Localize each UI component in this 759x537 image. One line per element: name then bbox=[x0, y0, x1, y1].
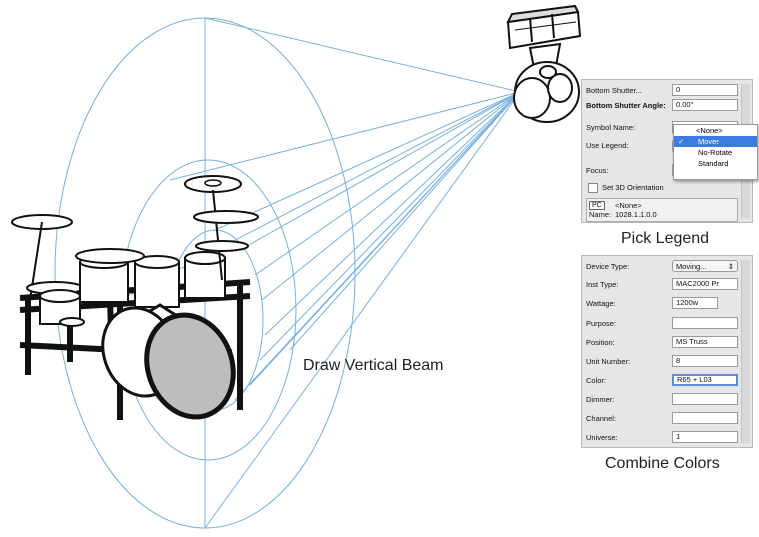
bass-drum bbox=[101, 303, 236, 420]
row-label: Device Type: bbox=[586, 262, 630, 271]
info-value: <None> bbox=[615, 201, 642, 210]
row-label: Color: bbox=[586, 376, 607, 385]
row-device-type: Device Type: Moving... ⇕ bbox=[586, 260, 738, 273]
device-type-popup[interactable]: Moving... ⇕ bbox=[672, 260, 738, 272]
row-unit-number: Unit Number: 8 bbox=[586, 355, 738, 368]
row-bottom-shutter-angle: Bottom Shutter Angle: 0.00° bbox=[586, 99, 738, 112]
colors-panel-scrollbar[interactable] bbox=[741, 260, 750, 443]
use-legend-menu: <None> ✓ Mover No-Rotate Standard bbox=[673, 124, 758, 180]
dimmer-field[interactable] bbox=[672, 393, 738, 405]
row-label: Use Legend: bbox=[586, 141, 629, 150]
set-3d-orientation-row[interactable]: Set 3D Orientation bbox=[588, 182, 708, 194]
row-color: Color: R65 + L03 bbox=[586, 374, 738, 387]
checkmark-icon: ✓ bbox=[678, 137, 685, 146]
row-universe: Universe: 1 bbox=[586, 431, 738, 444]
pc-box: PC bbox=[589, 201, 605, 210]
drum-kit bbox=[11, 175, 259, 420]
caption-pick-legend: Pick Legend bbox=[621, 230, 710, 247]
info-area: PC <None> Name: 1028.1.1.0.0 bbox=[586, 198, 738, 222]
menu-item-standard[interactable]: Standard bbox=[674, 158, 757, 169]
row-label: Universe: bbox=[586, 433, 618, 442]
purpose-field[interactable] bbox=[672, 317, 738, 329]
wattage-field[interactable]: 1200w bbox=[672, 297, 718, 309]
moving-head-fixture bbox=[506, 4, 582, 123]
row-label: Channel: bbox=[586, 414, 617, 423]
row-wattage: Wattage: 1200w bbox=[586, 297, 738, 310]
row-channel: Channel: bbox=[586, 412, 738, 425]
position-field[interactable]: MS Truss bbox=[672, 336, 738, 348]
row-label: Unit Number: bbox=[586, 357, 631, 366]
name-value: 1028.1.1.0.0 bbox=[615, 210, 657, 219]
row-label: Position: bbox=[586, 338, 615, 347]
menu-item-mover[interactable]: ✓ Mover bbox=[674, 136, 757, 147]
row-label: Symbol Name: bbox=[586, 123, 636, 132]
menu-item-no-rotate[interactable]: No-Rotate bbox=[674, 147, 757, 158]
popup-arrows-icon: ⇕ bbox=[727, 262, 734, 271]
row-bottom-shutter: Bottom Shutter... 0 bbox=[586, 84, 738, 97]
row-label: Purpose: bbox=[586, 319, 617, 328]
row-label: Bottom Shutter... bbox=[586, 86, 642, 95]
row-label: Focus: bbox=[586, 166, 609, 175]
set-3d-orientation-label: Set 3D Orientation bbox=[602, 183, 664, 192]
row-label: Bottom Shutter Angle: bbox=[586, 101, 666, 110]
color-field[interactable]: R65 + L03 bbox=[672, 374, 738, 386]
colors-properties-panel: Device Type: Moving... ⇕ Inst Type: MAC20… bbox=[581, 255, 753, 448]
row-label: Inst Type: bbox=[586, 280, 619, 289]
row-position: Position: MS Truss bbox=[586, 336, 738, 349]
caption-draw-vertical-beam: Draw Vertical Beam bbox=[303, 357, 444, 374]
bottom-shutter-angle-field[interactable]: 0.00° bbox=[672, 99, 738, 111]
checkbox[interactable] bbox=[588, 183, 598, 193]
inst-type-field[interactable]: MAC2000 Pr bbox=[672, 278, 738, 290]
bottom-shutter-field[interactable]: 0 bbox=[672, 84, 738, 96]
name-label: Name: bbox=[589, 210, 612, 219]
row-purpose: Purpose: bbox=[586, 317, 738, 330]
row-inst-type: Inst Type: MAC2000 Pr bbox=[586, 278, 738, 291]
caption-combine-colors: Combine Colors bbox=[605, 455, 720, 472]
row-label: Wattage: bbox=[586, 299, 616, 308]
row-label: Dimmer: bbox=[586, 395, 615, 404]
row-dimmer: Dimmer: bbox=[586, 393, 738, 406]
unit-number-field[interactable]: 8 bbox=[672, 355, 738, 367]
universe-field[interactable]: 1 bbox=[672, 431, 738, 443]
menu-item-none[interactable]: <None> bbox=[674, 125, 757, 136]
channel-field[interactable] bbox=[672, 412, 738, 424]
